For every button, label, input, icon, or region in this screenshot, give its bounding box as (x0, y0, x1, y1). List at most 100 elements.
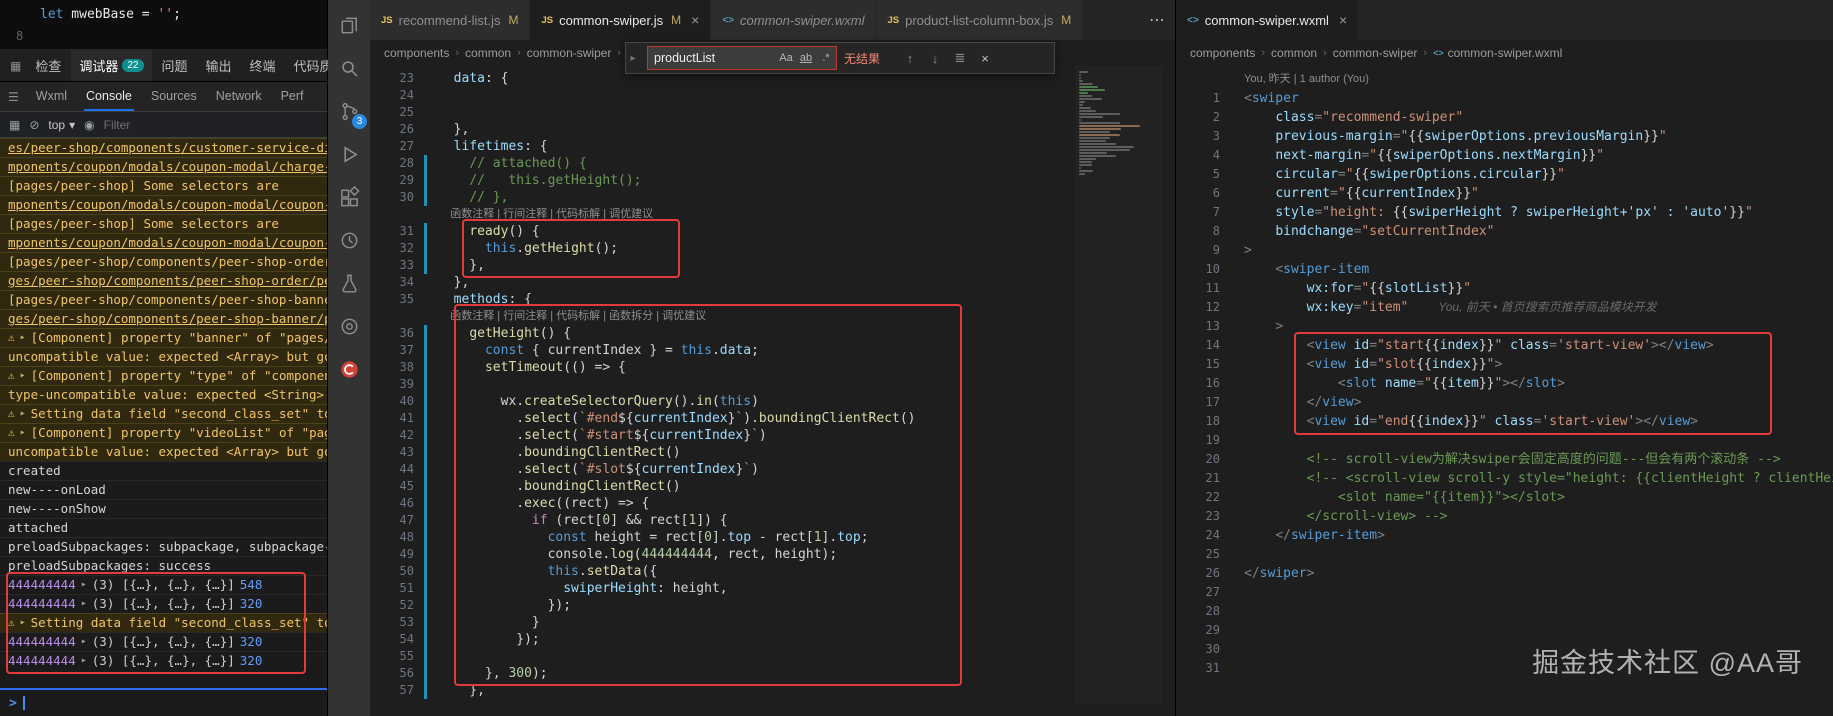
code-lens[interactable]: 函数注释 | 行间注释 | 代码标解 | 函数拆分 | 调优建议 (370, 308, 1175, 325)
line-number[interactable]: 37 (370, 342, 430, 359)
whole-word-toggle[interactable]: ab (796, 48, 816, 68)
devtools-subtab-sources[interactable]: Sources (149, 82, 199, 111)
code-line[interactable]: 54 }); (370, 631, 1175, 648)
code-line[interactable]: 30 // }, (370, 189, 1175, 206)
console-warning-row[interactable]: ges/peer-shop/components/peer-shop-order… (0, 271, 327, 290)
line-number[interactable]: 4 (1176, 146, 1236, 165)
line-number[interactable]: 23 (1176, 507, 1236, 526)
code-line[interactable]: 42 .select(`#start${currentIndex}`) (370, 427, 1175, 444)
expand-icon[interactable]: ▸ (81, 576, 87, 594)
code-line[interactable]: 40 wx.createSelectorQuery().in(this) (370, 393, 1175, 410)
line-number[interactable] (370, 206, 430, 223)
line-number[interactable]: 1 (1176, 89, 1236, 108)
line-number[interactable]: 34 (370, 274, 430, 291)
line-number[interactable]: 43 (370, 444, 430, 461)
close-icon[interactable]: × (976, 51, 994, 66)
line-number[interactable]: 18 (1176, 412, 1236, 431)
line-number[interactable]: 45 (370, 478, 430, 495)
devtools-tab-终端[interactable]: 终端 (242, 50, 284, 81)
line-number[interactable]: 30 (1176, 640, 1236, 659)
code-line[interactable]: 37 const { currentIndex } = this.data; (370, 342, 1175, 359)
line-number[interactable]: 29 (1176, 621, 1236, 640)
code-line[interactable]: 16 <slot name="{{item}}"></slot> (1176, 374, 1833, 393)
breadcrumb-item-common-swiper[interactable]: common-swiper (527, 46, 612, 60)
close-icon[interactable]: × (691, 12, 699, 28)
code-line[interactable]: 50 this.setData({ (370, 563, 1175, 580)
code-line[interactable]: 25 (370, 104, 1175, 121)
find-previous-icon[interactable]: ↑ (901, 51, 919, 66)
code-line[interactable]: 14 <view id="start{{index}}" class='star… (1176, 336, 1833, 355)
code-line[interactable]: 34 }, (370, 274, 1175, 291)
line-number[interactable]: 21 (1176, 469, 1236, 488)
editor-tab-common-swiper.wxml[interactable]: <>common-swiper.wxml× (1176, 0, 1359, 40)
code-line[interactable]: 47 if (rect[0] && rect[1]) { (370, 512, 1175, 529)
line-number[interactable]: 8 (1176, 222, 1236, 241)
line-number[interactable]: 24 (1176, 526, 1236, 545)
console-log-row[interactable]: preloadSubpackages: subpackage, subpacka… (0, 537, 327, 556)
breadcrumb-item-components[interactable]: components (1190, 46, 1255, 60)
eye-icon[interactable]: ◉ (84, 118, 94, 132)
code-line[interactable]: 24 (370, 87, 1175, 104)
console-warning-row[interactable]: [pages/peer-shop/components/peer-shop-ba… (0, 290, 327, 309)
find-in-selection-icon[interactable]: ≣ (951, 50, 969, 66)
console-warning-row[interactable]: es/peer-shop/components/customer-service… (0, 138, 327, 157)
expand-icon[interactable]: ▸ (20, 424, 26, 442)
panel-menu-icon[interactable]: ☰ (8, 90, 19, 104)
devtools-subtab-console[interactable]: Console (84, 82, 134, 111)
line-number[interactable]: 49 (370, 546, 430, 563)
console-log-row[interactable]: created (0, 461, 327, 480)
expand-icon[interactable]: ▸ (20, 367, 26, 385)
expand-icon[interactable]: ▸ (20, 614, 26, 632)
line-number[interactable]: 50 (370, 563, 430, 580)
code-line[interactable]: 27 (1176, 583, 1833, 602)
console-filter-input[interactable]: Filter (104, 118, 131, 132)
code-line[interactable]: 46 .exec((rect) => { (370, 495, 1175, 512)
expand-icon[interactable]: ▸ (81, 652, 87, 670)
devtools-tab-检查[interactable]: 检查 (27, 50, 69, 81)
line-number[interactable]: 38 (370, 359, 430, 376)
line-number[interactable]: 24 (370, 87, 430, 104)
history-icon[interactable] (328, 219, 370, 262)
breadcrumb-item-common[interactable]: common (1271, 46, 1317, 60)
code-line[interactable]: 51 swiperHeight: height, (370, 580, 1175, 597)
line-number[interactable]: 23 (370, 70, 430, 87)
line-number[interactable]: 20 (1176, 450, 1236, 469)
line-number[interactable]: 27 (1176, 583, 1236, 602)
code-line[interactable]: 17 </view> (1176, 393, 1833, 412)
code-line[interactable]: 39 (370, 376, 1175, 393)
line-number[interactable]: 28 (1176, 602, 1236, 621)
code-line[interactable]: 36 getHeight() { (370, 325, 1175, 342)
code-line[interactable]: 6 current="{{currentIndex}}" (1176, 184, 1833, 203)
code-line[interactable]: 55 (370, 648, 1175, 665)
devtools-subtab-perf[interactable]: Perf (279, 82, 306, 111)
line-number[interactable]: 31 (1176, 659, 1236, 678)
code-line[interactable]: 22 <slot name="{{item}}"></slot> (1176, 488, 1833, 507)
code-line[interactable]: 43 .boundingClientRect() (370, 444, 1175, 461)
code-line[interactable]: 48 const height = rect[0].top - rect[1].… (370, 529, 1175, 546)
code-line[interactable]: 9> (1176, 241, 1833, 260)
code-line[interactable]: 57 }, (370, 682, 1175, 699)
code-line[interactable]: 21 <!-- <scroll-view scroll-y style="hei… (1176, 469, 1833, 488)
line-number[interactable]: 44 (370, 461, 430, 478)
match-case-toggle[interactable]: Aa (776, 48, 796, 68)
line-number[interactable]: 13 (1176, 317, 1236, 336)
console-warning-row[interactable]: [pages/peer-shop] Some selectors are (0, 176, 327, 195)
line-number[interactable]: 48 (370, 529, 430, 546)
inline-lens-text[interactable]: You, 昨天 | 1 author (You) (1236, 70, 1369, 89)
extensions-icon[interactable] (328, 176, 370, 219)
console-warning-row[interactable]: ⚠▸[Component] property "type" of "compon… (0, 366, 327, 385)
code-lens[interactable]: You, 昨天 | 1 author (You) (1176, 70, 1833, 89)
search-icon[interactable] (328, 47, 370, 90)
code-line[interactable]: 28 // attached() { (370, 155, 1175, 172)
line-number[interactable]: 28 (370, 155, 430, 172)
find-input[interactable] (648, 51, 776, 65)
line-number[interactable]: 57 (370, 682, 430, 699)
code-line[interactable]: 31 ready() { (370, 223, 1175, 240)
code-line[interactable]: 41 .select(`#end${currentIndex}`).boundi… (370, 410, 1175, 427)
code-line[interactable]: 44 .select(`#slot${currentIndex}`) (370, 461, 1175, 478)
line-number[interactable]: 55 (370, 648, 430, 665)
line-number[interactable]: 33 (370, 257, 430, 274)
line-number[interactable]: 35 (370, 291, 430, 308)
code-line[interactable]: 52 }); (370, 597, 1175, 614)
code-editor-js[interactable]: 23 data: {24 25 26 },27 lifetimes: {28 /… (370, 66, 1175, 716)
